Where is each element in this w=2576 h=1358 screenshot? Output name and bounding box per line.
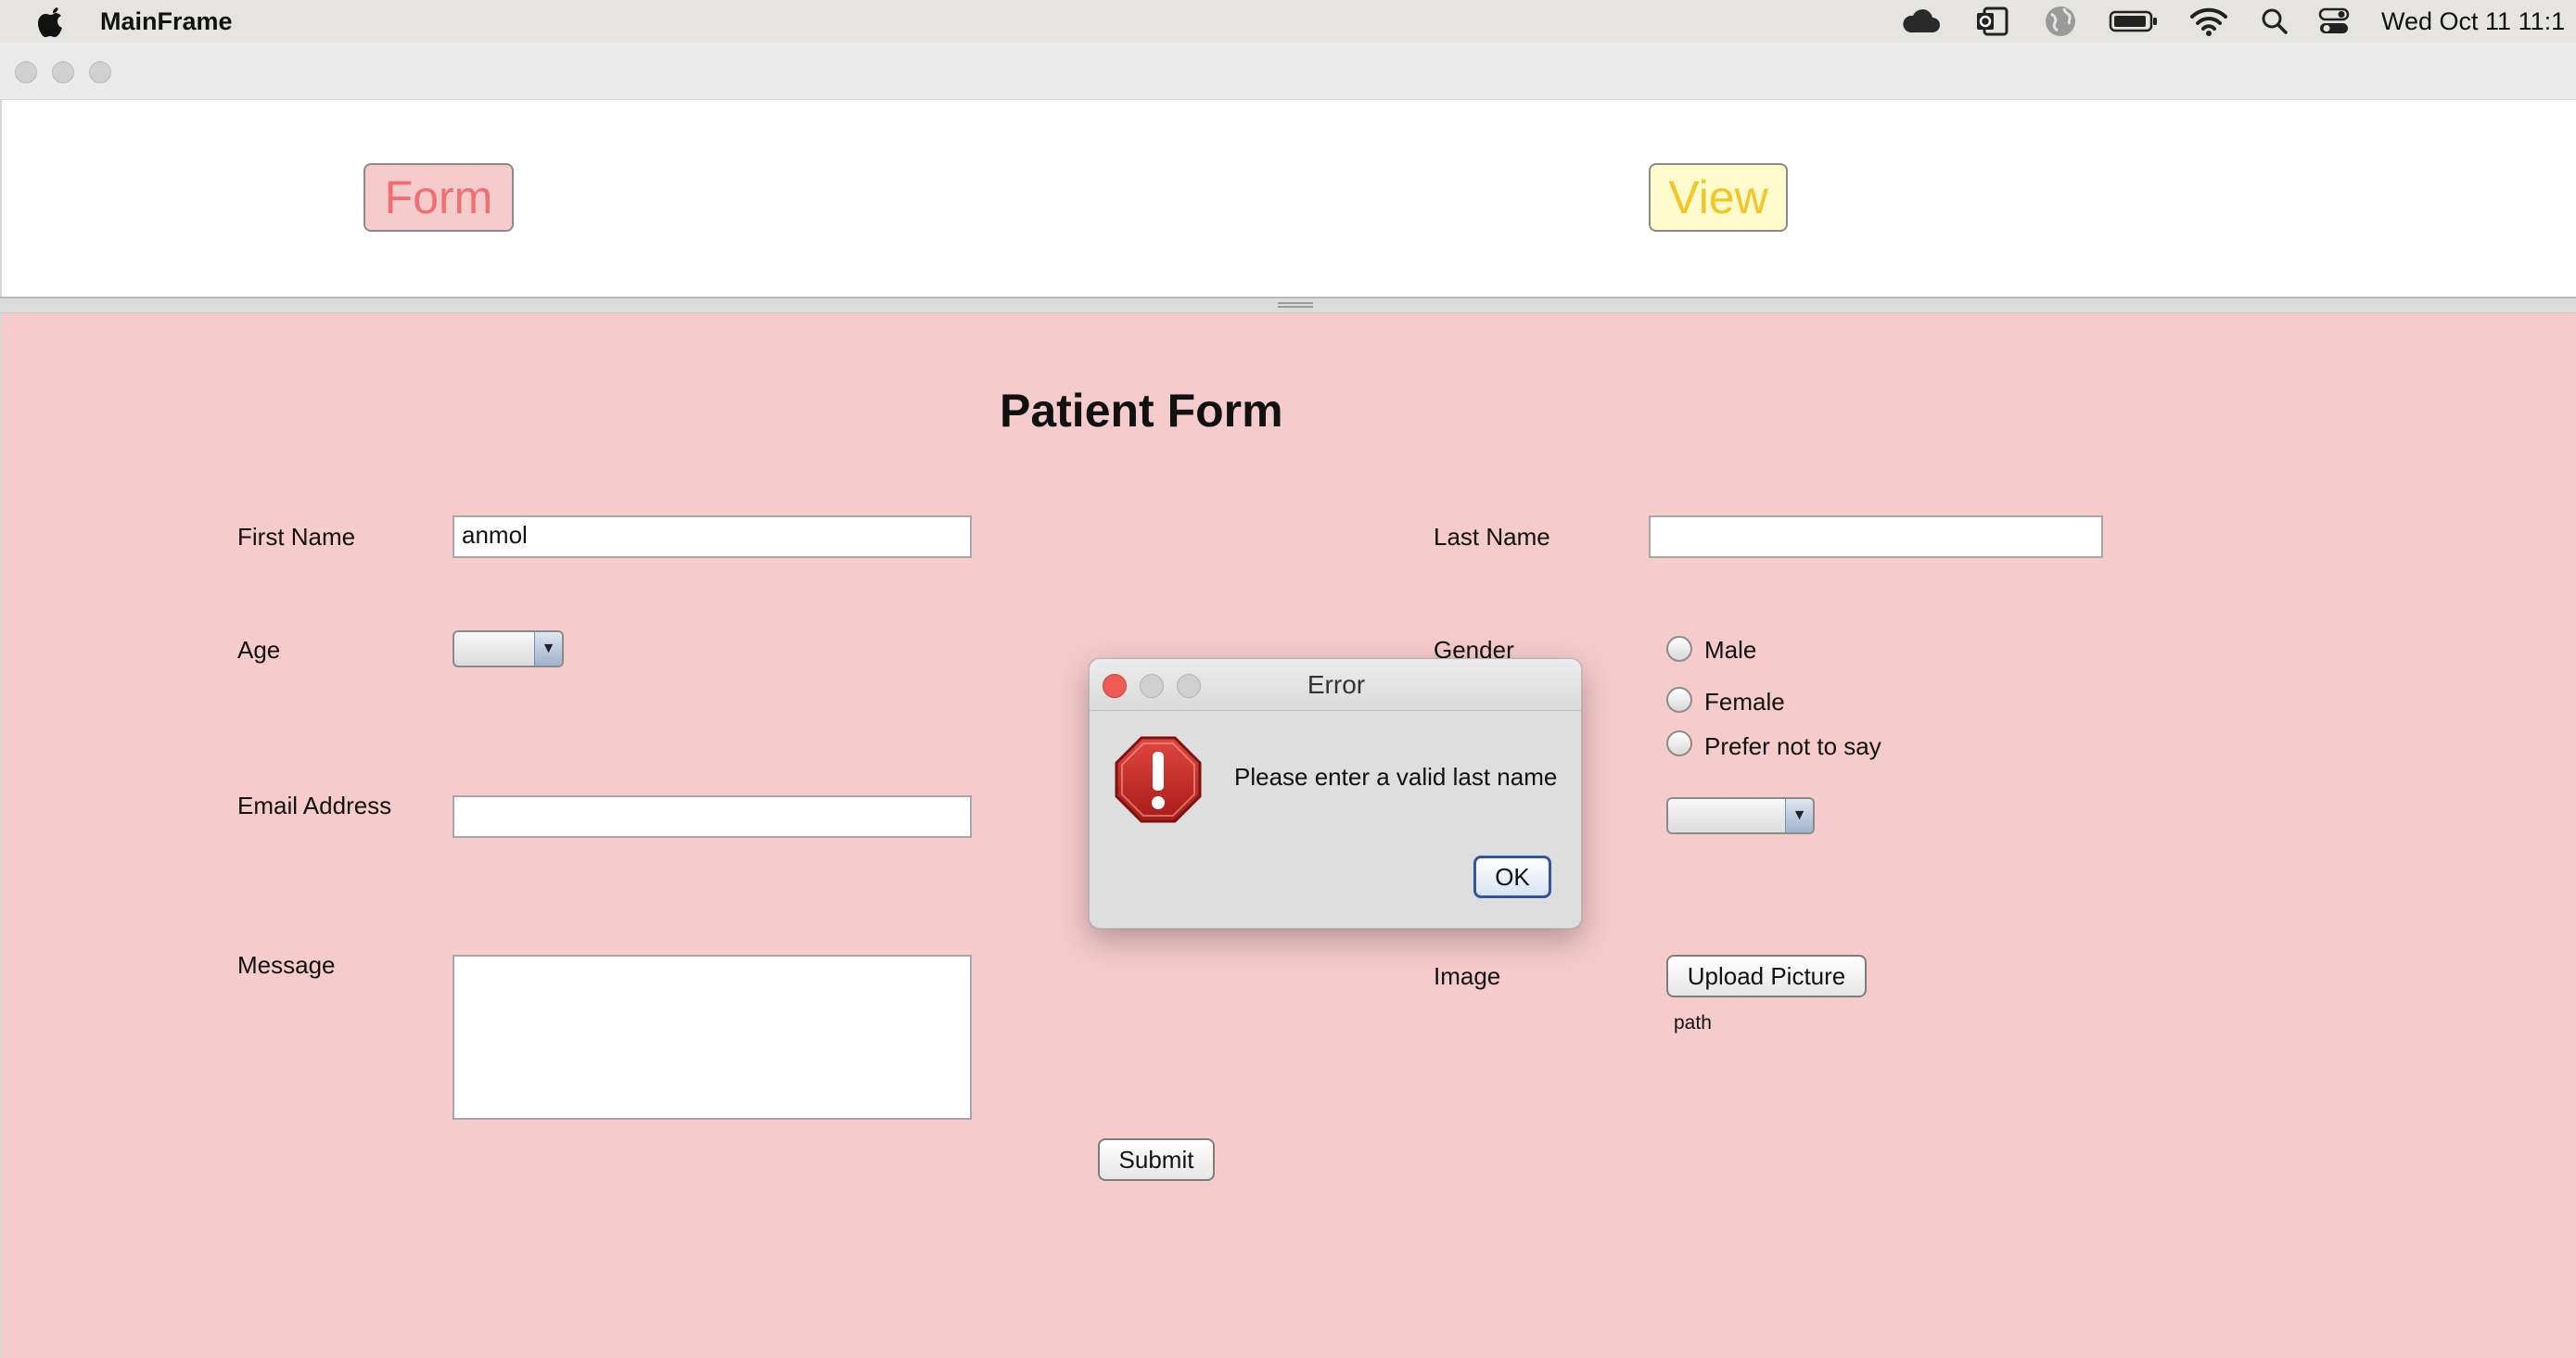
message-label: Message (237, 951, 336, 979)
message-textarea[interactable] (453, 955, 972, 1120)
window-close-button[interactable] (15, 61, 37, 83)
email-label: Email Address (237, 792, 392, 819)
outlook-icon[interactable] (1975, 6, 2009, 37)
wifi-icon[interactable] (2190, 6, 2227, 37)
last-name-field[interactable] (1649, 515, 2103, 558)
chevron-down-icon[interactable]: ▼ (1785, 799, 1813, 832)
window-zoom-button[interactable] (89, 61, 111, 83)
globe-icon[interactable] (2044, 6, 2077, 37)
divider-grip-icon[interactable] (1278, 302, 1313, 308)
upload-picture-button[interactable]: Upload Picture (1666, 955, 1867, 997)
right-column-dropdown[interactable]: ▼ (1666, 797, 1815, 834)
image-path-label: path (1674, 1012, 1712, 1034)
dialog-zoom-button[interactable] (1177, 674, 1201, 698)
submit-button[interactable]: Submit (1098, 1138, 1215, 1181)
view-nav-button[interactable]: View (1649, 163, 1788, 232)
age-label: Age (237, 636, 281, 664)
first-name-field[interactable]: anmol (453, 515, 972, 558)
form-nav-button[interactable]: Form (363, 163, 514, 232)
cloud-icon[interactable] (1901, 6, 1942, 37)
ok-button[interactable]: OK (1473, 856, 1551, 898)
gender-male-label[interactable]: Male (1704, 636, 1756, 665)
split-pane-divider[interactable] (0, 297, 2576, 313)
nav-panel: Form View (0, 100, 2576, 297)
image-label: Image (1434, 962, 1501, 990)
app-name[interactable]: MainFrame (100, 7, 233, 36)
gender-male-radio[interactable] (1666, 636, 1692, 662)
error-stop-icon (1114, 735, 1203, 824)
window-titlebar (0, 43, 2576, 100)
first-name-label: First Name (237, 523, 356, 551)
gender-prefer-not-label[interactable]: Prefer not to say (1704, 732, 1881, 761)
control-center-icon[interactable] (2318, 6, 2350, 37)
window-minimize-button[interactable] (52, 61, 74, 83)
last-name-label: Last Name (1434, 523, 1550, 551)
gender-female-radio[interactable] (1666, 687, 1692, 713)
page-title: Patient Form (1000, 385, 1283, 437)
battery-icon[interactable] (2109, 6, 2159, 37)
gender-prefer-not-radio[interactable] (1666, 730, 1692, 756)
age-dropdown[interactable]: ▼ (453, 630, 564, 667)
menu-bar: MainFrame Wed Oct 11 11:1 (0, 0, 2576, 43)
menubar-clock[interactable]: Wed Oct 11 11:1 (2381, 7, 2565, 36)
search-icon[interactable] (2261, 6, 2289, 37)
dialog-minimize-button[interactable] (1140, 674, 1164, 698)
apple-icon[interactable] (35, 6, 67, 39)
email-field[interactable] (453, 795, 972, 838)
dialog-close-button[interactable] (1103, 674, 1127, 698)
chevron-down-icon[interactable]: ▼ (534, 632, 562, 666)
gender-female-label[interactable]: Female (1704, 688, 1785, 717)
error-dialog: Error Please enter a valid last name OK (1089, 658, 1582, 929)
dialog-message: Please enter a valid last name (1234, 763, 1558, 791)
